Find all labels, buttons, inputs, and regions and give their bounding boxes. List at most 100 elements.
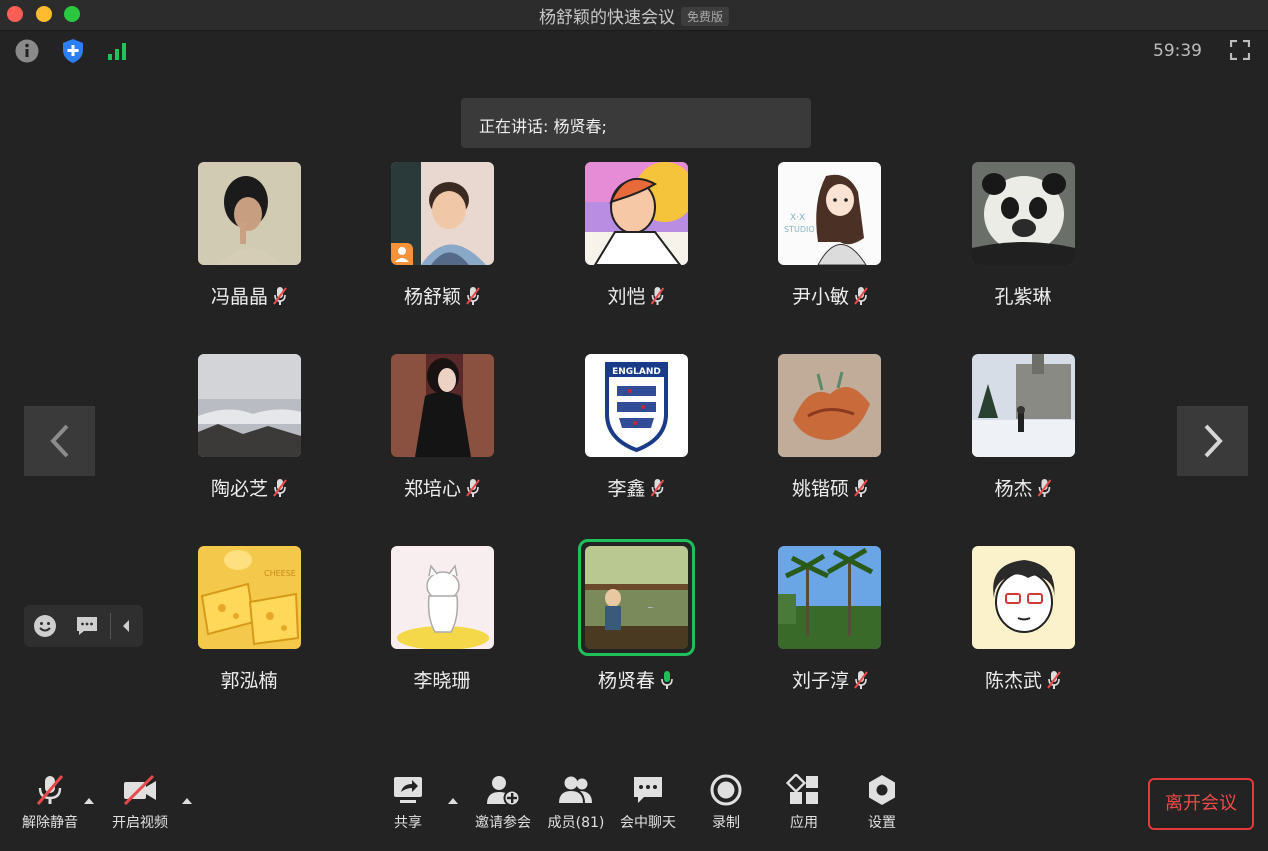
- participant-name-text: 刘恺: [607, 286, 646, 308]
- avatar-tile[interactable]: [198, 162, 301, 265]
- start-video-button[interactable]: 开启视频: [100, 760, 180, 832]
- host-icon: [395, 247, 409, 262]
- prev-page-button[interactable]: [24, 406, 95, 476]
- avatar: X·X STUDIO: [778, 162, 881, 265]
- avatar: [778, 546, 881, 649]
- mic-muted-icon: [273, 286, 287, 305]
- avatar: [198, 354, 301, 457]
- reactions-panel: [24, 605, 143, 647]
- mic-muted-icon: [273, 478, 287, 497]
- participant-name-text: 杨贤春: [597, 670, 656, 692]
- avatar-tile[interactable]: CHEESE: [198, 546, 301, 649]
- chat-bubble-icon[interactable]: [75, 614, 99, 638]
- participant-name-text: 李晓珊: [413, 670, 471, 692]
- avatar-tile[interactable]: [585, 162, 688, 265]
- participant-name-text: 杨舒颖: [403, 286, 462, 308]
- unmute-label: 解除静音: [22, 815, 78, 831]
- apps-icon: [786, 774, 818, 804]
- participant-name: 杨舒颖: [404, 282, 480, 309]
- mic-muted-icon: [854, 478, 868, 497]
- avatar: ~: [585, 546, 688, 649]
- audio-options-caret[interactable]: [84, 798, 94, 804]
- avatar-tile[interactable]: [391, 162, 494, 265]
- chevron-left-icon: [50, 424, 69, 458]
- apps-button[interactable]: 应用: [764, 760, 844, 832]
- speaking-banner: 正在讲话: 杨贤春;: [461, 98, 811, 148]
- participant-name: 李晓珊: [413, 666, 470, 693]
- share-screen-button[interactable]: 共享: [368, 760, 448, 832]
- avatar: [972, 162, 1075, 265]
- emoji-icon[interactable]: [33, 614, 57, 638]
- plan-badge: 免费版: [680, 7, 729, 26]
- avatar-tile[interactable]: [778, 354, 881, 457]
- start-video-label: 开启视频: [112, 815, 168, 831]
- participant-name: 郭泓楠: [220, 666, 277, 693]
- chat-label: 会中聊天: [620, 815, 676, 831]
- avatar: [778, 354, 881, 457]
- fullscreen-icon[interactable]: [1230, 40, 1250, 60]
- video-off-icon: [123, 774, 156, 806]
- avatar: [972, 546, 1075, 649]
- invite-label: 邀请参会: [475, 815, 531, 831]
- next-page-button[interactable]: [1177, 406, 1248, 476]
- avatar-tile[interactable]: [391, 354, 494, 457]
- participant-name: 陈杰武: [985, 666, 1061, 693]
- mic-muted-icon: [650, 478, 665, 497]
- shield-plus-icon[interactable]: [61, 38, 85, 64]
- signal-icon[interactable]: [107, 41, 129, 61]
- participant-name: 冯晶晶: [211, 282, 287, 309]
- mic-muted-icon: [1037, 478, 1052, 497]
- host-badge: [391, 243, 413, 265]
- avatar: [972, 354, 1075, 457]
- video-options-caret[interactable]: [182, 798, 192, 804]
- chat-button[interactable]: 会中聊天: [608, 760, 688, 832]
- participant-name: 郑培心: [404, 474, 480, 501]
- info-icon[interactable]: [14, 38, 40, 64]
- record-icon: [710, 774, 742, 806]
- avatar-tile[interactable]: [972, 354, 1075, 457]
- participant-name: 尹小敏: [792, 282, 868, 309]
- avatar-tile[interactable]: [972, 546, 1075, 649]
- participant-name: 刘子淳: [792, 666, 868, 693]
- meeting-timer: 59:39: [1153, 41, 1202, 61]
- avatar: [198, 162, 301, 265]
- caret-left-icon[interactable]: [120, 619, 132, 633]
- unmute-button[interactable]: 解除静音: [10, 760, 90, 832]
- participant-name-text: 郭泓楠: [220, 670, 278, 692]
- share-screen-icon: [394, 777, 422, 803]
- invite-button[interactable]: 邀请参会: [463, 760, 543, 832]
- mic-muted-icon: [466, 286, 480, 305]
- participant-name: 杨杰: [994, 474, 1052, 501]
- mic-muted-icon: [854, 286, 868, 305]
- settings-button[interactable]: 设置: [842, 760, 922, 832]
- avatar-tile[interactable]: [972, 162, 1075, 265]
- participant-name: 孔紫琳: [994, 282, 1051, 309]
- participant-name-text: 李鑫: [607, 478, 646, 500]
- record-label: 录制: [712, 815, 740, 831]
- participant-name-text: 陶必芝: [210, 478, 269, 500]
- cheese-label: CHEESE: [264, 569, 296, 578]
- share-options-caret[interactable]: [448, 798, 458, 804]
- participant-name-text: 郑培心: [403, 478, 462, 500]
- avatar-tile[interactable]: [778, 546, 881, 649]
- mic-muted-icon: [466, 478, 480, 497]
- record-button[interactable]: 录制: [686, 760, 766, 832]
- members-button[interactable]: 成员(81): [536, 760, 616, 832]
- leave-meeting-button[interactable]: 离开会议: [1148, 778, 1254, 830]
- participant-name-text: 姚锴硕: [791, 478, 850, 500]
- photo-caption: ~: [647, 603, 654, 612]
- avatar: CHEESE: [198, 546, 301, 649]
- participant-name-text: 杨杰: [994, 478, 1033, 500]
- england-text: ENGLAND: [612, 367, 661, 377]
- window-title: 杨舒颖的快速会议 免费版: [0, 3, 1268, 28]
- avatar-tile[interactable]: [391, 546, 494, 649]
- avatar: [391, 354, 494, 457]
- mic-active-icon: [661, 670, 673, 689]
- avatar-tile[interactable]: ENGLAND: [585, 354, 688, 457]
- avatar: [585, 162, 688, 265]
- avatar-tile[interactable]: ~: [585, 546, 688, 649]
- participant-name: 刘恺: [607, 282, 665, 309]
- avatar-tile[interactable]: X·X STUDIO: [778, 162, 881, 265]
- title-bar: 杨舒颖的快速会议 免费版: [0, 0, 1268, 31]
- avatar-tile[interactable]: [198, 354, 301, 457]
